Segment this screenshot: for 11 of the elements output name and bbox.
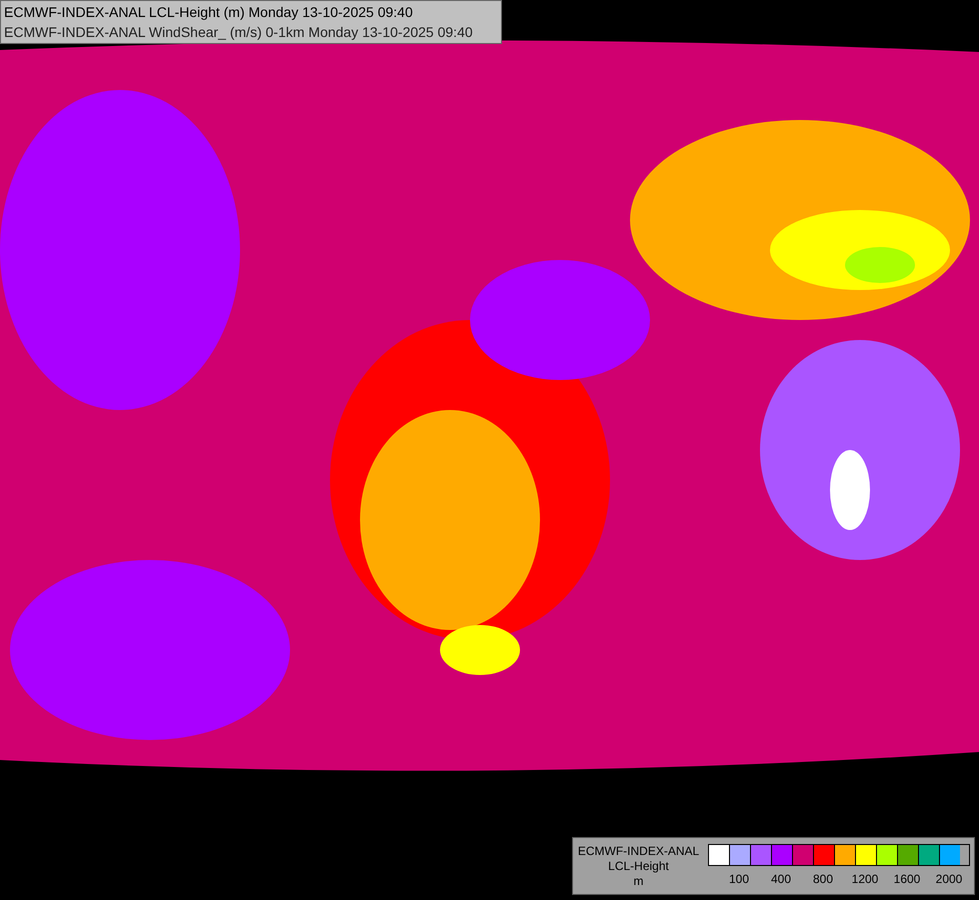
scale-label: 100 <box>728 872 750 886</box>
scale-label: 800 <box>812 872 834 886</box>
scale-label: 1600 <box>892 872 922 886</box>
legend-title: m <box>634 874 644 889</box>
legend-title: LCL-Height <box>608 859 669 874</box>
scale-label: 1200 <box>850 872 880 886</box>
scale-label: 2000 <box>934 872 964 886</box>
scale-label: 400 <box>770 872 792 886</box>
map-title: ECMWF-INDEX-ANAL WindShear_ (m/s) 0-1km Monday 13-10-2025 09:40 <box>4 23 474 42</box>
map-title: ECMWF-INDEX-ANAL LCL-Height (m) Monday 13-10-2025 09:40 <box>4 3 414 22</box>
legend-title: ECMWF-INDEX-ANAL <box>578 844 700 859</box>
